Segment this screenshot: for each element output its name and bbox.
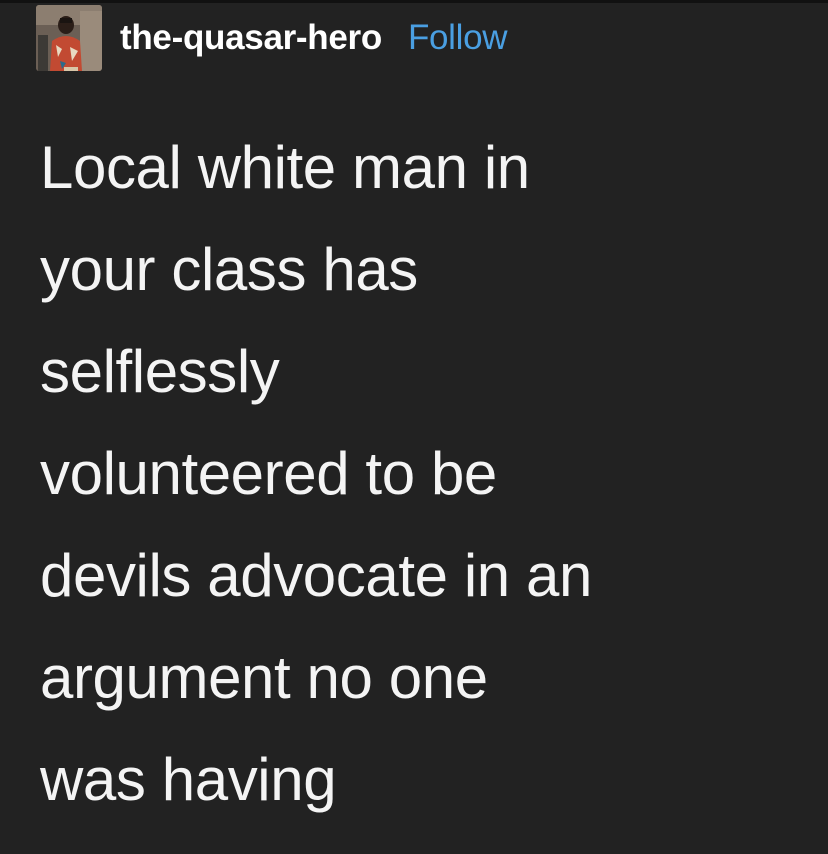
- post-text-line: was having: [40, 746, 337, 813]
- post-header: the-quasar-hero Follow: [36, 3, 508, 73]
- post-text-line: argument no one: [40, 644, 488, 711]
- follow-button[interactable]: Follow: [408, 18, 508, 58]
- post-text-line: devils advocate in an: [40, 542, 592, 609]
- post-text-line: your class has: [40, 236, 418, 303]
- author-username-link[interactable]: the-quasar-hero: [120, 18, 382, 58]
- post-text-line: selflessly: [40, 338, 280, 405]
- avatar[interactable]: [36, 5, 102, 71]
- post-text-line: volunteered to be: [40, 440, 497, 507]
- post-text: Local white man in your class has selfle…: [40, 117, 810, 831]
- post-text-line: Local white man in: [40, 134, 530, 201]
- user-avatar-photo-icon: [36, 5, 102, 71]
